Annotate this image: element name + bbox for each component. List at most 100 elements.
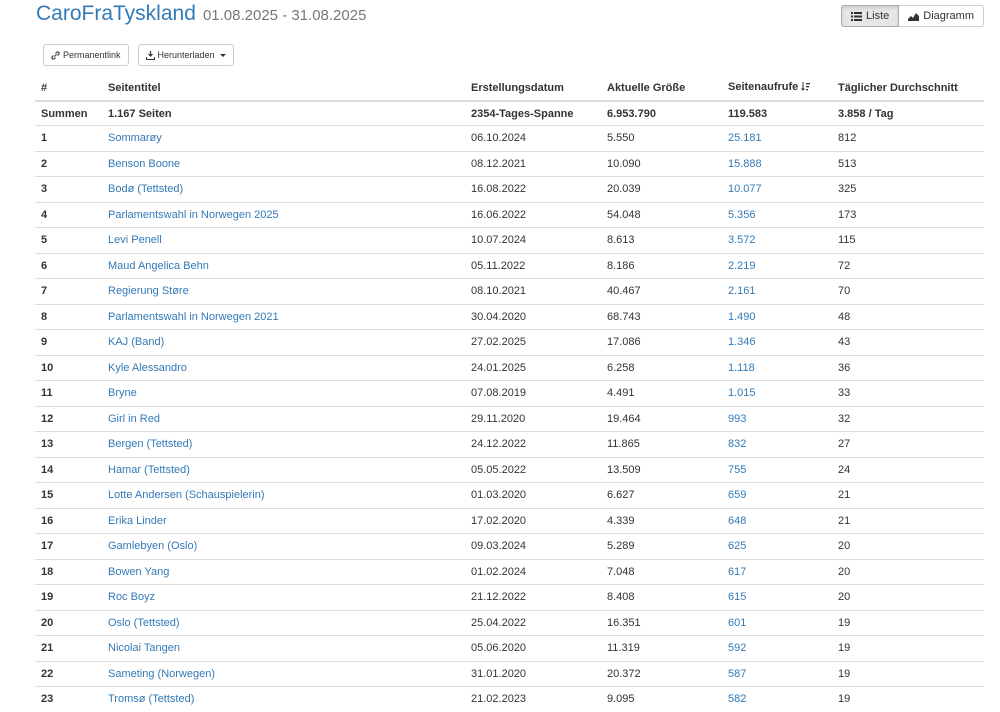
page-size-cell: 8.186 [601, 252, 722, 279]
page-title-link[interactable]: Girl in Red [108, 413, 160, 425]
created-date-cell: 30.04.2020 [465, 303, 601, 330]
page-title-link[interactable]: Sameting (Norwegen) [108, 668, 215, 680]
row-rank: 16 [41, 514, 54, 527]
row-rank: 13 [41, 438, 54, 451]
col-daily-avg[interactable]: Täglicher Durchschnitt [832, 75, 984, 102]
row-rank: 19 [41, 591, 54, 604]
page-views-link[interactable]: 2.219 [728, 260, 756, 272]
row-rank: 7 [41, 285, 48, 298]
page-title-link[interactable]: Bryne [108, 387, 137, 399]
page-title-link[interactable]: Bowen Yang [108, 566, 169, 578]
created-date-cell: 01.02.2024 [465, 558, 601, 585]
page-views-link[interactable]: 1.015 [728, 387, 756, 399]
page-views-link[interactable]: 659 [728, 489, 746, 501]
page-title-link-cell: Oslo (Tettsted) [102, 609, 465, 636]
page-title-link[interactable]: Benson Boone [108, 158, 180, 170]
row-rank-cell: 3 [35, 176, 102, 202]
table-row: 8 Parlamentswahl in Norwegen 2021 30.04.20… [35, 303, 984, 330]
created-date-cell: 27.02.2025 [465, 329, 601, 355]
page-title-link[interactable]: Tromsø (Tettsted) [108, 693, 194, 705]
daily-average: 21 [838, 514, 851, 527]
page-views-link[interactable]: 15.888 [728, 158, 762, 170]
daily-average-cell: 43 [832, 329, 984, 355]
daily-average: 70 [838, 285, 851, 298]
page-size: 6.627 [607, 489, 635, 502]
list-view-button[interactable]: Liste [841, 5, 900, 27]
page-title-link[interactable]: Regierung Støre [108, 285, 189, 297]
permalink-button[interactable]: Permanentlink [43, 44, 129, 66]
created-date: 06.10.2024 [471, 132, 527, 145]
page-size-cell: 11.319 [601, 635, 722, 661]
chart-view-button[interactable]: Diagramm [899, 5, 984, 27]
row-rank-cell: 10 [35, 354, 102, 381]
created-date-cell: 17.02.2020 [465, 507, 601, 534]
page-views-link[interactable]: 3.572 [728, 234, 756, 246]
page-title-link[interactable]: KAJ (Band) [108, 336, 164, 348]
page-title-link[interactable]: Bodø (Tettsted) [108, 183, 183, 195]
page-title-link[interactable]: Parlamentswahl in Norwegen 2025 [108, 209, 279, 221]
table-row: 6 Maud Angelica Behn 05.11.2022 8.186 2.219 7… [35, 252, 984, 279]
row-rank: 14 [41, 463, 54, 476]
page-title-link[interactable]: Levi Penell [108, 234, 162, 246]
download-label: Herunterladen [157, 50, 215, 60]
page-views-link[interactable]: 601 [728, 617, 746, 629]
page-size: 20.039 [607, 183, 641, 196]
daily-average: 36 [838, 361, 851, 374]
daily-average-cell: 27 [832, 431, 984, 457]
page-title-link[interactable]: Oslo (Tettsted) [108, 617, 180, 629]
page-views-link[interactable]: 592 [728, 642, 746, 654]
download-button[interactable]: Herunterladen [137, 44, 234, 66]
page-views-link[interactable]: 993 [728, 413, 746, 425]
page-views-link[interactable]: 587 [728, 668, 746, 680]
col-created[interactable]: Erstellungsdatum [465, 75, 601, 102]
page-views-link[interactable]: 1.490 [728, 311, 756, 323]
user-name[interactable]: CaroFraTyskland [36, 2, 196, 25]
page-title-link[interactable]: Lotte Andersen (Schauspielerin) [108, 489, 265, 501]
page-size-cell: 40.467 [601, 278, 722, 304]
created-date: 29.11.2020 [471, 412, 526, 425]
row-rank: 20 [41, 616, 54, 629]
row-rank: 17 [41, 540, 54, 553]
page-views-link[interactable]: 1.118 [728, 362, 755, 374]
page-title-link[interactable]: Nicolai Tangen [108, 642, 180, 654]
page-views-link[interactable]: 648 [728, 515, 746, 527]
page-views-link[interactable]: 10.077 [728, 183, 762, 195]
page-title-link[interactable]: Roc Boyz [108, 591, 155, 603]
table-row: 7 Regierung Støre 08.10.2021 40.467 2.161 70 [35, 278, 984, 304]
page-size: 6.258 [607, 361, 635, 374]
page-views-link[interactable]: 617 [728, 566, 746, 578]
page-views-link[interactable]: 5.356 [728, 209, 756, 221]
page-title-link[interactable]: Erika Linder [108, 515, 167, 527]
col-views[interactable]: Seitenaufrufe [722, 75, 832, 102]
page-title-link[interactable]: Gamlebyen (Oslo) [108, 540, 197, 552]
page-views-link[interactable]: 2.161 [728, 285, 756, 297]
daily-average: 19 [838, 616, 851, 629]
page-views-link[interactable]: 1.346 [728, 336, 756, 348]
page-title-link[interactable]: Parlamentswahl in Norwegen 2021 [108, 311, 279, 323]
row-rank: 9 [41, 336, 48, 349]
page-views-link[interactable]: 832 [728, 438, 746, 450]
chevron-down-icon [219, 53, 226, 57]
page-title-link[interactable]: Hamar (Tettsted) [108, 464, 190, 476]
list-icon [851, 11, 863, 21]
page-title-link[interactable]: Kyle Alessandro [108, 362, 187, 374]
daily-average: 20 [838, 540, 851, 553]
page-title-link-cell: Regierung Støre [102, 278, 465, 304]
daily-average-cell: 32 [832, 405, 984, 432]
page-views-link[interactable]: 625 [728, 540, 746, 552]
daily-average: 173 [838, 208, 857, 221]
page-views-link[interactable]: 755 [728, 464, 746, 476]
page-views-link[interactable]: 582 [728, 693, 746, 705]
row-rank-cell: 22 [35, 660, 102, 687]
row-rank-cell: 8 [35, 303, 102, 330]
page-title-link[interactable]: Bergen (Tettsted) [108, 438, 192, 450]
page-title-link[interactable]: Sommarøy [108, 132, 162, 144]
col-title[interactable]: Seitentitel [102, 75, 465, 102]
page-views-link[interactable]: 25.181 [728, 132, 762, 144]
page-views-link[interactable]: 615 [728, 591, 746, 603]
page-title-link[interactable]: Maud Angelica Behn [108, 260, 209, 272]
page-views-link-cell: 648 [722, 507, 832, 534]
created-date-cell: 06.10.2024 [465, 125, 601, 151]
chart-icon [908, 12, 920, 21]
col-size[interactable]: Aktuelle Größe [601, 75, 722, 102]
